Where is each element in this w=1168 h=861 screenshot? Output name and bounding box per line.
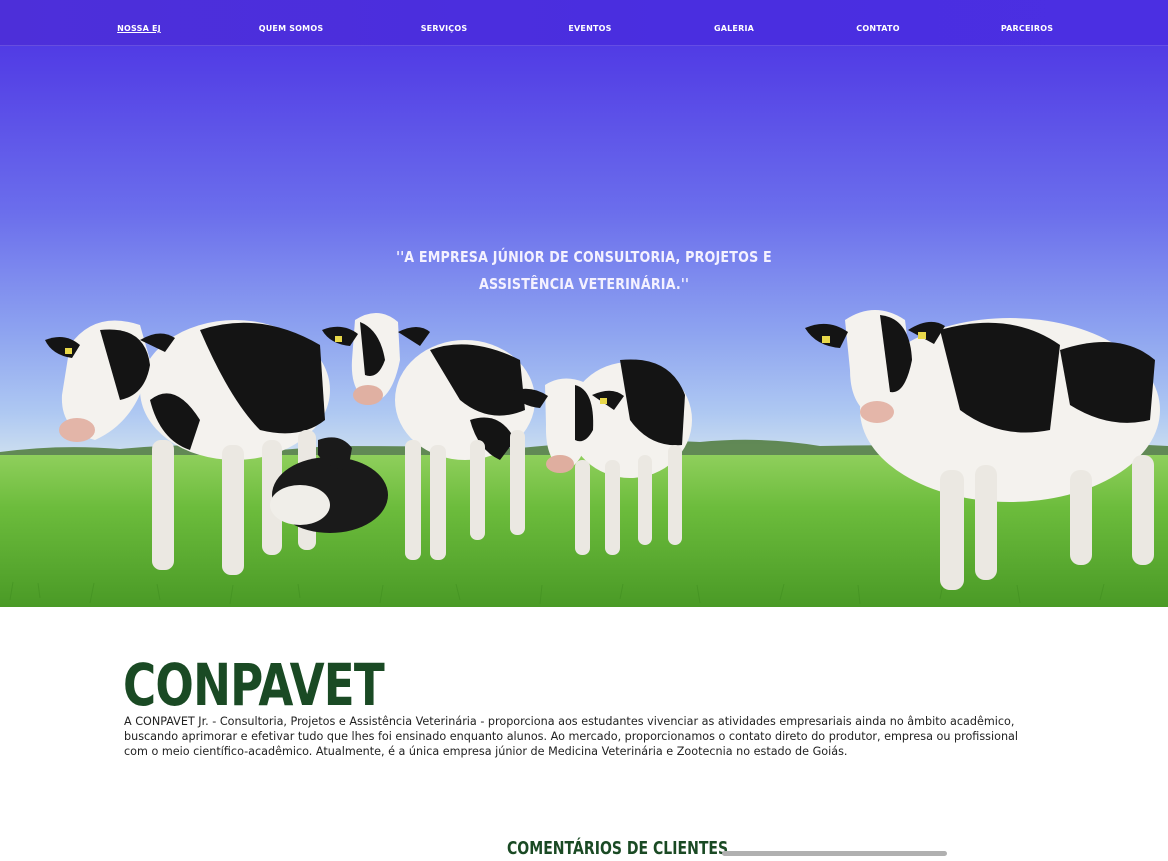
hero-tagline: ''A EMPRESA JÚNIOR DE CONSULTORIA, PROJE… xyxy=(105,244,1063,298)
brand-title: CONPAVET xyxy=(123,651,385,719)
nav-contato[interactable]: CONTATO xyxy=(856,24,899,33)
nav-eventos[interactable]: EVENTOS xyxy=(568,24,611,33)
hero-banner: ''A EMPRESA JÚNIOR DE CONSULTORIA, PROJE… xyxy=(0,0,1168,607)
nav-parceiros[interactable]: PARCEIROS xyxy=(1001,24,1053,33)
reviews-title: COMENTÁRIOS DE CLIENTES xyxy=(507,838,729,859)
nav-galeria[interactable]: GALERIA xyxy=(714,24,754,33)
hero-photo xyxy=(0,310,1168,607)
hero-tagline-line2: ASSISTÊNCIA VETERINÁRIA.'' xyxy=(478,275,690,293)
top-navigation: NOSSA EJ QUEM SOMOS SERVIÇOS EVENTOS GAL… xyxy=(0,0,1168,46)
reviews-slider-bar[interactable] xyxy=(722,851,947,856)
about-description: A CONPAVET Jr. - Consultoria, Projetos e… xyxy=(124,715,1019,758)
nav-quem-somos[interactable]: QUEM SOMOS xyxy=(259,24,324,33)
nav-servicos[interactable]: SERVIÇOS xyxy=(421,24,468,33)
nav-nossa-ej[interactable]: NOSSA EJ xyxy=(117,24,161,33)
hero-tagline-line1: ''A EMPRESA JÚNIOR DE CONSULTORIA, PROJE… xyxy=(396,248,772,266)
